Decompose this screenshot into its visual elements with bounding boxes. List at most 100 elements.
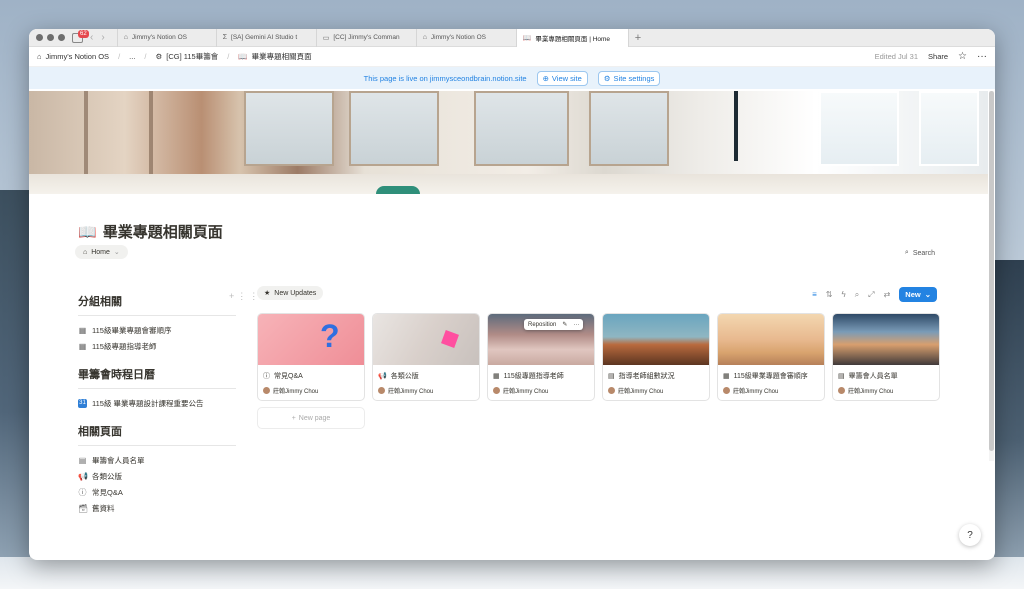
list-item[interactable]: ▤ 畢籌會人員名單 <box>78 452 236 468</box>
share-button[interactable]: Share <box>928 52 948 61</box>
table-icon: ▦ <box>723 373 730 380</box>
edit-icon[interactable]: ✎ <box>562 321 567 328</box>
tab-label: Jimmy's Notion OS <box>430 34 486 41</box>
new-page-button[interactable]: + New page <box>257 407 365 429</box>
cover-detail <box>474 91 569 166</box>
minimize-window-button[interactable] <box>47 34 54 41</box>
forward-icon[interactable]: › <box>101 32 104 43</box>
megaphone-icon: 📢 <box>378 373 387 380</box>
gallery-card[interactable]: Reposition ✎ ··· ▦ 115級專題指導老師 莊翰Jimmy Ch… <box>487 313 595 401</box>
tab-3[interactable]: ▭ [CC] Jimmy's Comman <box>317 29 417 47</box>
list-item-label: 舊資料 <box>92 503 115 513</box>
close-window-button[interactable] <box>36 34 43 41</box>
list-item[interactable]: 🗃 舊資料 <box>78 500 236 516</box>
chevron-down-icon: ⌄ <box>924 290 931 299</box>
list-item[interactable]: ▦ 115級畢業專題會審順序 <box>78 322 236 338</box>
info-icon: ⓘ <box>78 487 87 497</box>
expand-icon[interactable]: ⤢ <box>868 290 874 300</box>
card-title-text: 畢籌會人員名單 <box>848 373 898 380</box>
card-author: 莊翰Jimmy Chou <box>603 384 709 397</box>
card-title: 📢 各類公版 <box>373 365 479 384</box>
more-options-icon[interactable]: ··· <box>573 322 579 328</box>
card-author: 莊翰Jimmy Chou <box>258 384 364 397</box>
page-cover-image[interactable] <box>29 91 988 194</box>
calendar-icon: 31 <box>78 398 87 408</box>
document-icon: ▤ <box>608 373 615 380</box>
page-search[interactable]: ⌕ Search <box>905 249 935 257</box>
settings-icon[interactable]: ⇄ <box>884 290 891 299</box>
gallery-card[interactable]: ▦ 115級畢業專題會審順序 莊翰Jimmy Chou <box>717 313 825 401</box>
help-button[interactable]: ? <box>959 524 981 546</box>
maximize-window-button[interactable] <box>58 34 65 41</box>
breadcrumb-item-ellipsis[interactable]: ... <box>129 52 135 61</box>
tab-1[interactable]: ⌂ Jimmy's Notion OS <box>116 29 217 47</box>
scrollbar-thumb[interactable] <box>989 91 994 451</box>
reposition-button[interactable]: Reposition <box>528 322 556 328</box>
search-icon: ⌕ <box>904 249 909 256</box>
breadcrumb-item-current[interactable]: 畢業專題相關頁面 <box>252 51 312 62</box>
notification-icon[interactable]: 62 <box>72 29 89 43</box>
card-author-name: 莊翰Jimmy Chou <box>733 389 779 395</box>
card-title-text: 各類公版 <box>390 373 419 380</box>
card-cover <box>603 314 709 365</box>
book-icon[interactable]: 📖 <box>78 223 97 241</box>
filter-icon[interactable]: ≡ <box>812 290 817 299</box>
card-cover <box>833 314 939 365</box>
card-author-name: 莊翰Jimmy Chou <box>388 389 434 395</box>
avatar <box>378 387 385 394</box>
section-heading: 分組相關 <box>78 293 236 316</box>
card-author: 莊翰Jimmy Chou <box>718 384 824 397</box>
list-item-label: 115級專題指導老師 <box>92 341 157 351</box>
view-site-button[interactable]: ⊕ View site <box>536 70 588 86</box>
automation-icon[interactable]: ϟ <box>841 290 845 299</box>
list-item[interactable]: 📢 各類公版 <box>78 468 236 484</box>
desktop-background-right <box>994 260 1024 560</box>
cover-detail <box>376 186 420 194</box>
star-icon: ★ <box>264 290 271 297</box>
tab-2[interactable]: Σ [SA] Gemini AI Studio t <box>217 29 317 47</box>
gallery-card[interactable]: ▤ 指導老師組數狀況 莊翰Jimmy Chou <box>602 313 710 401</box>
gallery-card[interactable]: 📢 各類公版 莊翰Jimmy Chou <box>372 313 480 401</box>
left-column: 分組相關 ▦ 115級畢業專題會審順序 ▦ 115級專題指導老師 畢籌會時程日曆… <box>78 293 236 528</box>
section-heading: 畢籌會時程日曆 <box>78 366 236 389</box>
new-button[interactable]: New ⌄ <box>899 287 937 302</box>
cover-detail <box>734 91 738 161</box>
page-title-text: 畢業專題相關頁面 <box>102 224 223 241</box>
search-icon[interactable]: ⌕ <box>855 290 859 300</box>
card-cover: ? <box>258 314 364 365</box>
list-item[interactable]: ▦ 115級專題指導老師 <box>78 338 236 354</box>
tab-4[interactable]: ⌂ Jimmy's Notion OS <box>417 29 517 47</box>
archive-icon: 🗃 <box>78 503 89 513</box>
more-options-icon[interactable]: ··· <box>977 51 987 62</box>
card-cover <box>373 314 479 365</box>
sort-icon[interactable]: ⇅ <box>826 290 833 299</box>
page-title[interactable]: 📖 畢業專題相關頁面 <box>78 221 223 242</box>
plus-icon: + <box>291 414 296 422</box>
site-settings-button[interactable]: ⚙ Site settings <box>597 70 661 86</box>
view-tab-new-updates[interactable]: ★ New Updates <box>257 286 324 300</box>
settings-icon: ⚙ <box>603 73 611 83</box>
new-tab-button[interactable]: + <box>635 32 641 44</box>
favorite-star-icon[interactable]: ☆ <box>958 51 967 62</box>
list-item[interactable]: ⓘ 常見Q&A <box>78 484 236 500</box>
cover-detail <box>349 91 439 166</box>
section-grouping: 分組相關 ▦ 115級畢業專題會審順序 ▦ 115級專題指導老師 <box>78 293 236 354</box>
list-item[interactable]: 31 115級 畢業專題設計課程重要公告 <box>78 395 236 411</box>
cover-detail <box>244 91 334 166</box>
tab-bar: 62 ‹ › ⌂ Jimmy's Notion OS Σ [SA] Gemini… <box>29 29 995 47</box>
back-icon[interactable]: ‹ <box>90 32 93 43</box>
tab-5-active[interactable]: 📖 畢業專題相關頁面 | Home <box>516 29 629 47</box>
avatar <box>838 387 845 394</box>
gallery-card[interactable]: ▤ 畢籌會人員名單 莊翰Jimmy Chou <box>832 313 940 401</box>
home-pill[interactable]: ⌂ Home ⌄ <box>75 245 128 259</box>
globe-icon: ⊕ <box>542 73 549 83</box>
info-icon: ⓘ <box>263 373 270 380</box>
breadcrumb-item-workspace[interactable]: Jimmy's Notion OS <box>46 52 110 61</box>
window-controls <box>36 34 65 41</box>
desktop-snow <box>0 557 1024 589</box>
card-author: 莊翰Jimmy Chou <box>373 384 479 397</box>
breadcrumb-item-parent[interactable]: [CG] 115畢籌會 <box>166 51 218 62</box>
card-title: ▤ 畢籌會人員名單 <box>833 365 939 384</box>
chevron-down-icon: ⌄ <box>113 249 120 256</box>
gallery-card[interactable]: ? ⓘ 常見Q&A 莊翰Jimmy Chou <box>257 313 365 401</box>
